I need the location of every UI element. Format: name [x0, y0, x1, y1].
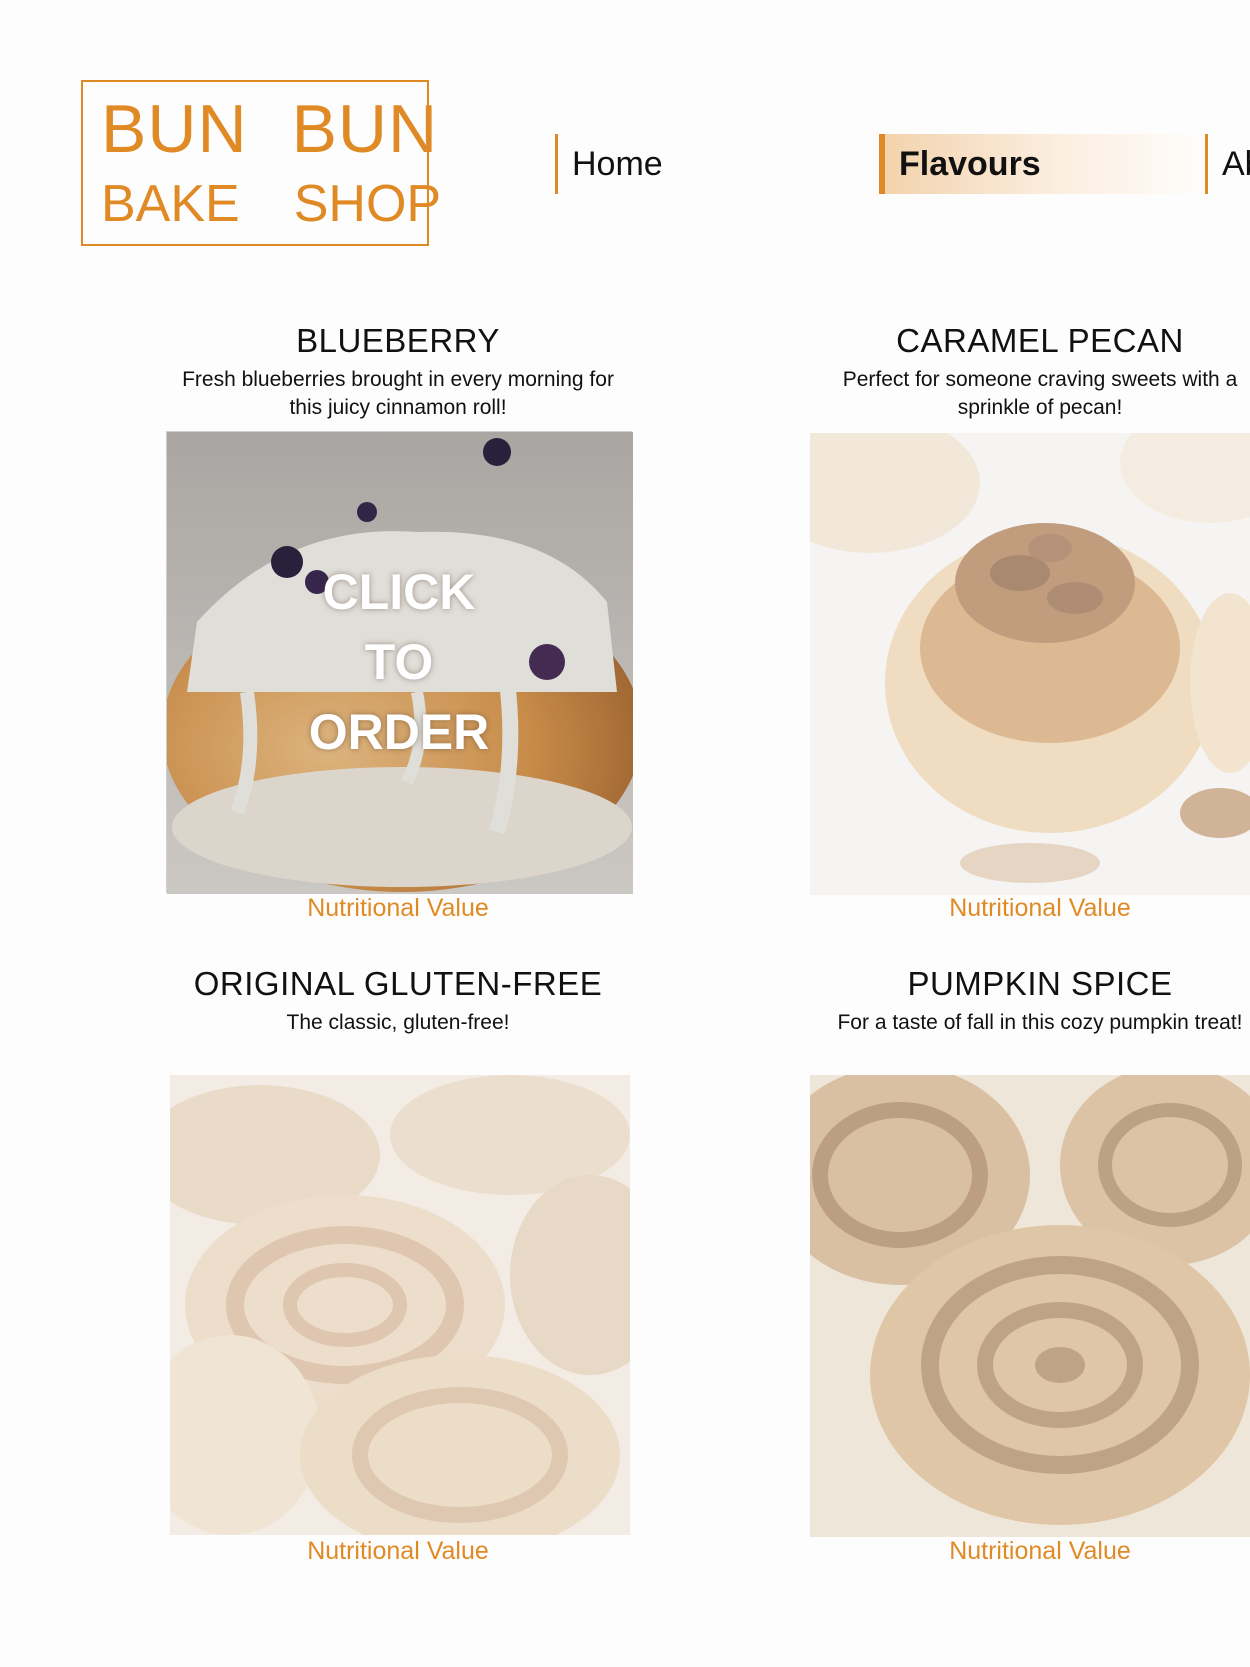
- nutritional-value-link[interactable]: Nutritional Value: [760, 894, 1250, 923]
- overlay-word: TO: [364, 634, 434, 690]
- product-title: CARAMEL PECAN: [896, 322, 1184, 359]
- product-title: BLUEBERRY: [296, 322, 500, 359]
- description-line: this juicy cinnamon roll!: [289, 396, 507, 419]
- product-description: Fresh blueberries brought in every morni…: [118, 366, 678, 424]
- product-card-pumpkin-spice: PUMPKIN SPICE For a taste of fall in thi…: [760, 965, 1250, 1565]
- description-line: Fresh blueberries brought in every morni…: [182, 368, 614, 391]
- product-card-original-gluten-free: ORIGINAL GLUTEN-FREE The classic, gluten…: [118, 965, 678, 1565]
- logo-word: BUN: [101, 91, 248, 167]
- pumpkin-spice-roll-image: [770, 1065, 1250, 1537]
- product-title: PUMPKIN SPICE: [907, 965, 1173, 1002]
- description-line: Perfect for someone craving sweets with …: [842, 368, 1238, 391]
- product-description: The classic, gluten-free!: [118, 1009, 678, 1067]
- product-description: Perfect for someone craving sweets with …: [760, 366, 1250, 424]
- nav-home[interactable]: Home: [555, 134, 815, 194]
- overlay-word: CLICK: [322, 564, 476, 620]
- nav-about[interactable]: Ab: [1205, 134, 1250, 194]
- click-to-order-overlay[interactable]: CLICK TO ORDER: [167, 432, 631, 892]
- product-card-blueberry: BLUEBERRY Fresh blueberries brought in e…: [118, 322, 678, 922]
- product-description: For a taste of fall in this cozy pumpkin…: [760, 1009, 1250, 1067]
- logo[interactable]: BUN BUN BAKE SHOP: [81, 80, 441, 246]
- nutritional-value-link[interactable]: Nutritional Value: [118, 894, 678, 923]
- product-image[interactable]: [770, 1065, 1250, 1537]
- product-image[interactable]: [140, 1075, 670, 1555]
- description-line: The classic, gluten-free!: [286, 1011, 510, 1034]
- logo-word: BAKE: [101, 175, 240, 233]
- nutritional-value-link[interactable]: Nutritional Value: [760, 1537, 1250, 1566]
- product-image[interactable]: [760, 403, 1250, 895]
- nutritional-value-link[interactable]: Nutritional Value: [118, 1537, 678, 1566]
- logo-word: SHOP: [293, 175, 442, 233]
- nav-flavours[interactable]: Flavours: [879, 134, 1199, 194]
- product-title: ORIGINAL GLUTEN-FREE: [193, 965, 603, 1002]
- product-image[interactable]: CLICK TO ORDER: [162, 431, 642, 894]
- description-line: sprinkle of pecan!: [957, 396, 1123, 419]
- caramel-pecan-roll-image: [760, 403, 1250, 895]
- description-line: For a taste of fall in this cozy pumpkin…: [837, 1011, 1243, 1034]
- logo-word: BUN: [291, 91, 439, 167]
- product-card-caramel-pecan: CARAMEL PECAN Perfect for someone cravin…: [760, 322, 1250, 922]
- overlay-word: ORDER: [308, 704, 490, 760]
- gluten-free-roll-image: [140, 1075, 670, 1555]
